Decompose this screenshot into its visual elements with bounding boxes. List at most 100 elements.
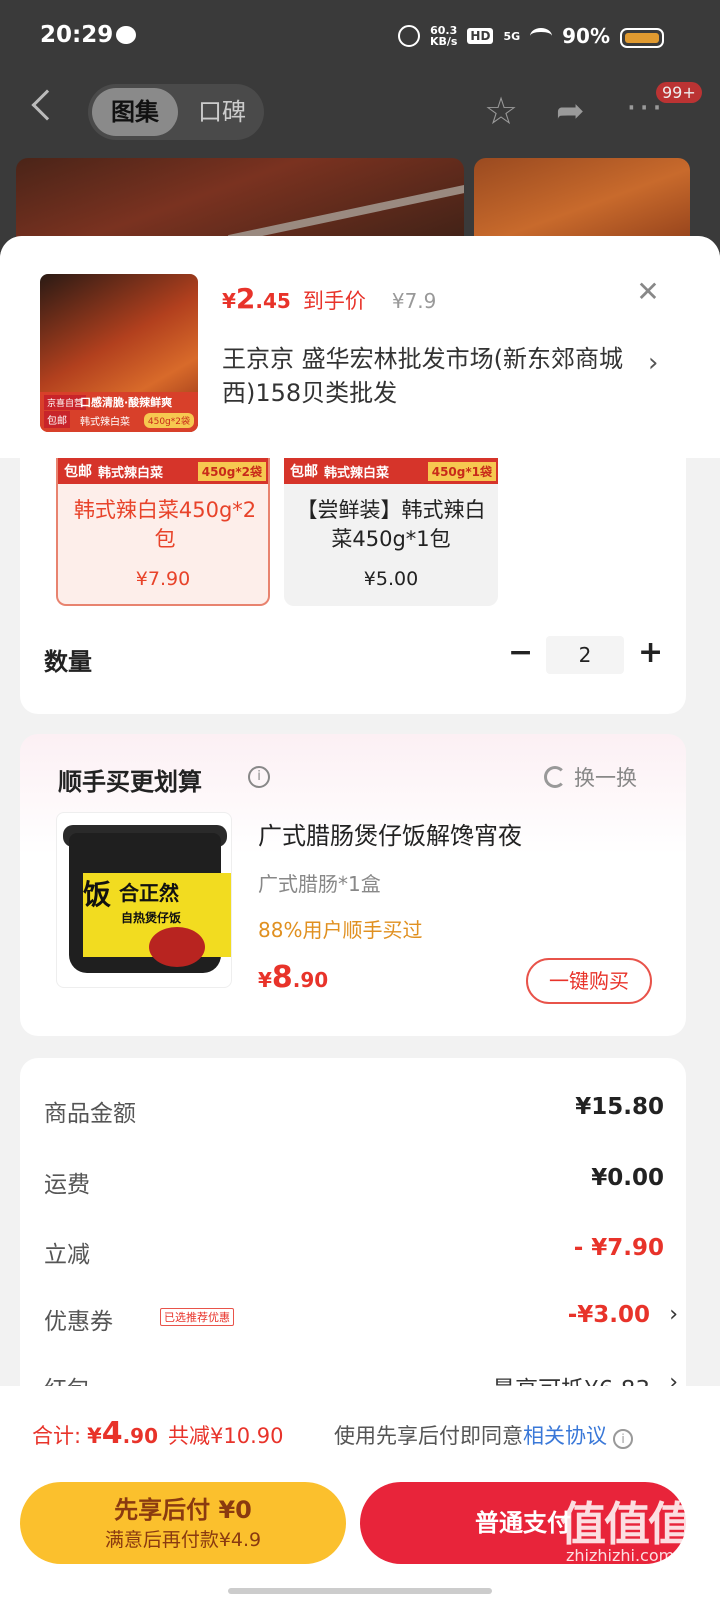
- summary-label: 商品金额: [44, 1101, 136, 1127]
- sku-band: 包邮 韩式辣白菜 450g*2袋: [58, 458, 268, 484]
- final-price: ¥ 2 .45 到手价 ¥7.9: [222, 282, 436, 315]
- product-thumbnail: 京喜自营 口感清脆·酸辣鲜爽 包邮 韩式辣白菜 450g*2袋: [40, 274, 198, 432]
- back-icon[interactable]: [31, 89, 63, 121]
- one-click-buy-button[interactable]: 一键购买: [526, 958, 652, 1004]
- price-label: 到手价: [302, 289, 366, 313]
- price-integer: 2: [235, 282, 256, 315]
- summary-value: ¥0.00: [591, 1165, 664, 1191]
- upsell-card: 顺手买更划算 i 换一换 饭 合正然 自热煲仔饭 广式腊肠煲仔饭解馋宵夜 广式腊…: [20, 734, 686, 1036]
- sku-price: ¥5.00: [363, 568, 419, 590]
- sheet-header: 京喜自营 口感清脆·酸辣鲜爽 包邮 韩式辣白菜 450g*2袋 ¥ 2 .45 …: [0, 236, 720, 458]
- summary-label: 立减: [44, 1242, 90, 1268]
- total-savings: 共减¥10.90: [168, 1424, 284, 1448]
- sku-card: 包邮 韩式辣白菜 450g*2袋 韩式辣白菜450g*2包 ¥7.90 包邮 韩…: [20, 458, 686, 714]
- info-icon[interactable]: i: [613, 1429, 633, 1449]
- sku-option-2[interactable]: 包邮 韩式辣白菜 450g*1袋 【尝鲜装】韩式辣白菜450g*1包 ¥5.00: [284, 458, 498, 606]
- summary-value: - ¥7.90: [573, 1235, 664, 1261]
- image-big-char: 饭: [83, 878, 112, 911]
- image-brand: 合正然: [119, 881, 179, 905]
- refresh-icon: [544, 766, 566, 788]
- chat-notification-icon: [116, 26, 136, 44]
- wifi-icon: [530, 28, 553, 44]
- summary-label: 优惠券: [44, 1309, 113, 1335]
- sku-band-pill: 450g*2袋: [197, 461, 266, 481]
- net-speed: 60.3 KB/s: [430, 25, 457, 47]
- tab-gallery[interactable]: 图集: [92, 88, 178, 136]
- price-decimal: .45: [255, 289, 291, 313]
- quantity-label: 数量: [44, 648, 92, 676]
- total-symbol: ¥: [87, 1424, 102, 1448]
- upsell-product-image[interactable]: 饭 合正然 自热煲仔饭: [56, 812, 232, 988]
- upsell-title: 顺手买更划算: [58, 768, 202, 796]
- upsell-price-integer: 8: [271, 960, 293, 995]
- sku-band: 包邮 韩式辣白菜 450g*1袋: [284, 458, 498, 484]
- summary-row-subtotal: 商品金额 ¥15.80: [44, 1094, 664, 1134]
- summary-value: -¥3.00: [567, 1302, 650, 1328]
- pay-later-subtitle: 满意后再付款¥4.9: [104, 1529, 262, 1551]
- summary-value: ¥15.80: [575, 1094, 664, 1120]
- watermark-url: zhizhizhi.com: [566, 1546, 675, 1565]
- image-pill: 450g*2袋: [143, 413, 194, 428]
- status-time: 20:29: [40, 22, 114, 48]
- image-free-shipping: 包邮: [44, 411, 70, 428]
- favorite-star-icon[interactable]: ☆: [484, 92, 518, 130]
- message-badge: 99+: [656, 82, 702, 103]
- sku-title: 韩式辣白菜450g*2包: [73, 498, 257, 551]
- total-row: 合计: ¥ 4 .90 共减¥10.90: [32, 1416, 284, 1451]
- status-bar: 20:29 60.3 KB/s HD 5G 90%: [0, 0, 720, 76]
- pay-later-button[interactable]: 先享后付 ¥0 满意后再付款¥4.9: [20, 1482, 346, 1564]
- battery-icon: [620, 28, 664, 48]
- upsell-price-decimal: .90: [292, 968, 329, 992]
- quantity-input[interactable]: 2: [546, 636, 624, 674]
- sku-free-shipping: 包邮: [64, 464, 92, 480]
- summary-row-discount: 立减 - ¥7.90: [44, 1235, 664, 1275]
- shop-name[interactable]: 王京京 盛华宏林批发市场(新东郊商城西)158贝类批发: [222, 342, 642, 410]
- sku-title: 【尝鲜装】韩式辣白菜450g*1包: [296, 498, 486, 551]
- image-product-name: 韩式辣白菜: [80, 417, 130, 428]
- sku-option-1[interactable]: 包邮 韩式辣白菜 450g*2袋 韩式辣白菜450g*2包 ¥7.90: [56, 458, 270, 606]
- network-label: 5G: [503, 29, 521, 43]
- chevron-right-icon: ›: [669, 1302, 678, 1327]
- agreement-prefix: 使用先享后付即同意: [334, 1424, 523, 1448]
- original-price: ¥7.9: [391, 289, 437, 313]
- info-icon[interactable]: i: [248, 766, 270, 788]
- agreement-text: 使用先享后付即同意相关协议 i: [334, 1420, 633, 1450]
- upsell-stat: 88%用户顺手买过: [258, 918, 423, 942]
- alarm-icon: [397, 25, 420, 47]
- watermark: 值值值: [560, 1497, 694, 1551]
- total-decimal: .90: [122, 1424, 159, 1448]
- refresh-label: 换一换: [574, 766, 637, 790]
- image-sub: 自热煲仔饭: [121, 911, 182, 925]
- image-slogan: 口感清脆·酸辣鲜爽: [80, 396, 173, 409]
- battery-percent: 90%: [562, 24, 610, 48]
- refresh-button[interactable]: 换一换: [544, 762, 637, 792]
- sku-price: ¥7.90: [135, 568, 191, 590]
- share-icon[interactable]: ➦: [556, 94, 585, 128]
- tab-reviews[interactable]: 口碑: [184, 88, 260, 136]
- pay-later-title: 先享后付 ¥0: [114, 1496, 252, 1524]
- close-icon[interactable]: ✕: [634, 278, 662, 306]
- top-nav: 图集 口碑 ☆ ➦ ··· 99+: [0, 82, 720, 142]
- upsell-spec: 广式腊肠*1盒: [258, 872, 381, 896]
- price-symbol: ¥: [222, 289, 236, 313]
- summary-row-coupon[interactable]: 优惠券 已选推荐优惠 -¥3.00 ›: [44, 1302, 678, 1342]
- status-icons: 60.3 KB/s HD 5G 90%: [397, 24, 610, 48]
- summary-row-shipping: 运费 ¥0.00: [44, 1165, 664, 1205]
- total-label: 合计:: [32, 1424, 82, 1448]
- agreement-link[interactable]: 相关协议: [523, 1424, 607, 1448]
- upsell-price-symbol: ¥: [258, 968, 272, 992]
- coupon-badge: 已选推荐优惠: [160, 1308, 234, 1326]
- upsell-product-name[interactable]: 广式腊肠煲仔饭解馋宵夜: [258, 816, 522, 851]
- quantity-minus-button[interactable]: −: [508, 638, 533, 670]
- sku-band-pill: 450g*1袋: [427, 461, 496, 481]
- chevron-right-icon[interactable]: ›: [648, 348, 658, 378]
- sku-band-name: 韩式辣白菜: [98, 465, 164, 481]
- quantity-plus-button[interactable]: +: [638, 638, 663, 670]
- sku-band-name: 韩式辣白菜: [324, 465, 390, 481]
- upsell-price: ¥ 8 .90: [258, 960, 328, 995]
- home-indicator: [228, 1588, 492, 1594]
- summary-label: 运费: [44, 1172, 90, 1198]
- hd-icon: HD: [467, 28, 494, 44]
- total-integer: 4: [101, 1416, 123, 1451]
- gallery-tabs: 图集 口碑: [88, 84, 264, 140]
